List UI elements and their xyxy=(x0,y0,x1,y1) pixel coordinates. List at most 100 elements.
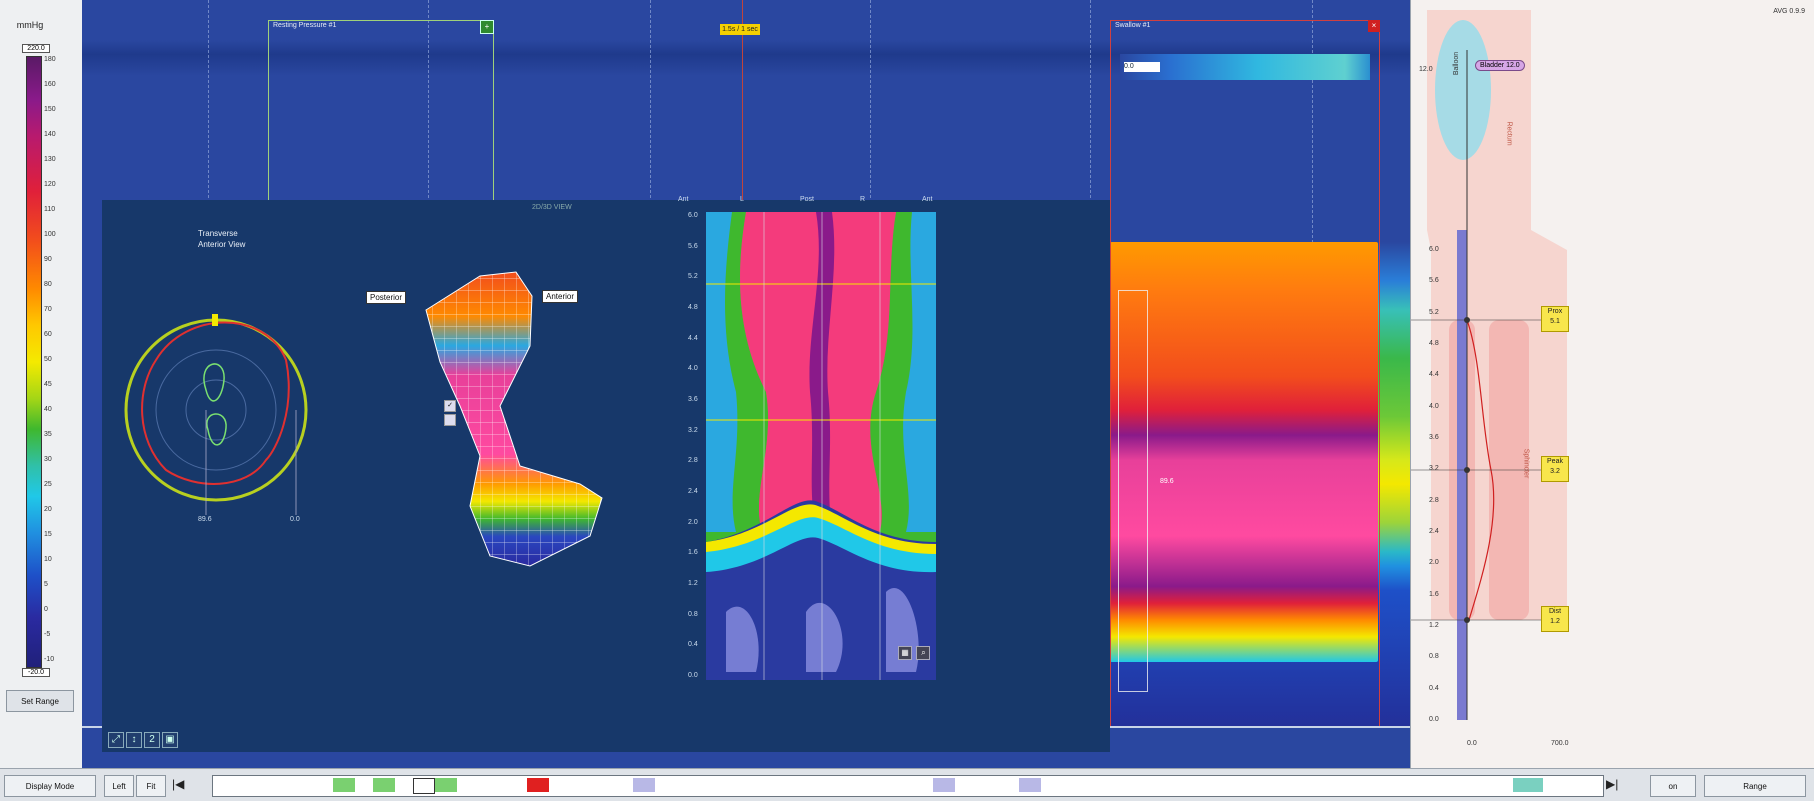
depth-tick: 6.0 xyxy=(1429,246,1439,253)
zoom-icon[interactable]: ⌕ xyxy=(916,646,931,660)
axis-tick: 2.0 xyxy=(688,518,698,526)
balloon-label: Balloon xyxy=(1453,51,1461,76)
event-marker[interactable] xyxy=(933,778,955,792)
cursor-value: 89.6 xyxy=(1160,478,1174,485)
fit-button[interactable]: Fit xyxy=(136,775,166,797)
marker-label: Prox xyxy=(1547,308,1563,315)
annotation-close-icon[interactable]: × xyxy=(1368,20,1380,32)
fit-view-icon[interactable]: ⤢ xyxy=(108,732,124,748)
prev-button[interactable]: |◀ xyxy=(172,777,184,791)
annotation-label: Resting Pressure #1 xyxy=(273,22,337,29)
scale-tick: 90 xyxy=(44,256,52,263)
scale-tick: 100 xyxy=(44,231,56,238)
range-button[interactable]: Range xyxy=(1704,775,1806,797)
scale-tick: 160 xyxy=(44,81,56,88)
scale-tick: 110 xyxy=(44,206,56,213)
timeline-track[interactable] xyxy=(212,775,1604,797)
axis-tick: R xyxy=(860,196,866,203)
depth-tick: 2.0 xyxy=(1429,559,1439,567)
measurement-cursor-box[interactable] xyxy=(1118,290,1148,692)
2d-icon[interactable]: 2 xyxy=(144,732,160,748)
event-marker[interactable] xyxy=(435,778,457,792)
depth-tick: 4.0 xyxy=(1429,402,1439,410)
sphincter-label: Sphincter xyxy=(1522,448,1530,479)
scale-tick: 30 xyxy=(44,456,52,463)
marker-prox[interactable]: Prox 5.1 xyxy=(1541,306,1569,332)
camera-icon[interactable]: ▣ xyxy=(162,732,178,748)
left-button[interactable]: Left xyxy=(104,775,134,797)
scale-unit-label: mmHg xyxy=(16,20,44,30)
grid-icon[interactable]: ▦ xyxy=(898,646,912,660)
anatomy-panel: AVG 0.9.9 Balloon 12.0 Bladder 12.0 Rect… xyxy=(1410,0,1814,768)
polar-plot xyxy=(124,314,308,515)
display-mode-button[interactable]: Display Mode xyxy=(4,775,96,797)
depth-tick: 2.8 xyxy=(1429,496,1439,504)
scale-tick: 10 xyxy=(44,556,52,563)
axis-tick: 5.6 xyxy=(688,242,698,250)
scale-tick: -5 xyxy=(44,631,51,638)
annotation-edit-icon[interactable]: + xyxy=(480,20,494,34)
depth-tick: 1.2 xyxy=(1429,622,1439,629)
bladder-value: 12.0 xyxy=(1419,66,1433,73)
depth-tick: 5.2 xyxy=(1429,308,1439,316)
marker-label: Peak xyxy=(1547,458,1563,465)
3d-sphincter-model[interactable] xyxy=(420,266,640,596)
depth-tick: 0.4 xyxy=(1429,684,1439,692)
annotation-resting-pressure[interactable]: Resting Pressure #1 + xyxy=(268,20,494,202)
depth-tick: 1.6 xyxy=(1429,590,1439,598)
depth-axis: 6.0 5.6 5.2 4.8 4.4 4.0 3.6 3.2 2.8 2.4 2.0 1.6 1.2 0… xyxy=(1429,246,1453,726)
annotation-swallow[interactable]: Swallow #1 × xyxy=(1110,20,1380,768)
scale-tick: 20 xyxy=(44,506,52,513)
event-marker[interactable] xyxy=(1019,778,1041,792)
view-legend: Transverse Anterior View xyxy=(198,228,245,250)
set-range-button[interactable]: Set Range xyxy=(6,690,74,712)
axis-tick: Post xyxy=(800,196,815,203)
marker-dist[interactable]: Dist 1.2 xyxy=(1541,606,1569,632)
polar-label: 89.6 xyxy=(198,516,212,523)
scale-tick: 60 xyxy=(44,331,52,338)
marker-label: Dist xyxy=(1548,608,1562,615)
scale-tick: 0 xyxy=(44,606,48,613)
event-marker[interactable] xyxy=(527,778,549,792)
axis-tick: 0.8 xyxy=(688,610,698,618)
axis-tick: 4.4 xyxy=(688,334,698,342)
axis-tick: 1.2 xyxy=(688,580,698,587)
bladder-badge[interactable]: Bladder 12.0 xyxy=(1475,60,1525,71)
depth-tick: 0.0 xyxy=(1429,716,1439,723)
depth-tick: 4.4 xyxy=(1429,371,1439,379)
axis-tick: 2.4 xyxy=(688,488,698,495)
scale-tick: 150 xyxy=(44,106,56,113)
polar-label: 0.0 xyxy=(290,516,300,523)
scale-tick: 15 xyxy=(44,531,52,538)
visible-range[interactable] xyxy=(413,778,435,794)
marker-peak[interactable]: Peak 3.2 xyxy=(1541,456,1569,482)
scale-tick: 80 xyxy=(44,281,52,288)
scale-tick: -10 xyxy=(44,656,55,663)
3d-view-panel[interactable]: 2D/3D VIEW Transverse Anterior View ✓ 89… xyxy=(102,196,1110,752)
scale-min-input[interactable]: -20.0 xyxy=(22,668,50,677)
axis-tick: 2.8 xyxy=(688,457,698,465)
panel-title: 2D/3D VIEW xyxy=(532,204,572,211)
axis-tick: 4.8 xyxy=(688,304,698,311)
axis-tick: 1.6 xyxy=(688,549,698,557)
depth-tick: 4.8 xyxy=(1429,340,1439,347)
arrows-icon[interactable]: ↕ xyxy=(126,732,142,748)
scale-max-input[interactable]: 220.0 xyxy=(22,44,50,53)
event-marker[interactable] xyxy=(1513,778,1543,792)
x-axis-right: 700.0 xyxy=(1551,740,1569,747)
event-marker[interactable] xyxy=(333,778,355,792)
scale-tick: 180 xyxy=(44,56,56,63)
next-button[interactable]: ▶| xyxy=(1606,777,1618,791)
scale-tick: 70 xyxy=(44,306,52,313)
color-scale-panel: mmHg 220.0 -20.0 Set Range 180 160 150 140 1… xyxy=(0,0,83,768)
spatio-temporal-map[interactable] xyxy=(706,212,936,680)
scale-tick: 50 xyxy=(44,356,52,363)
marker-value: 1.2 xyxy=(1550,618,1560,625)
on-button[interactable]: on xyxy=(1650,775,1696,797)
event-marker[interactable] xyxy=(633,778,655,792)
event-marker[interactable] xyxy=(373,778,395,792)
axis-tick: 6.0 xyxy=(688,212,698,219)
axis-tick: L xyxy=(740,196,744,203)
axis-tick: Ant xyxy=(922,196,933,203)
axis-tick: Ant xyxy=(678,196,689,203)
